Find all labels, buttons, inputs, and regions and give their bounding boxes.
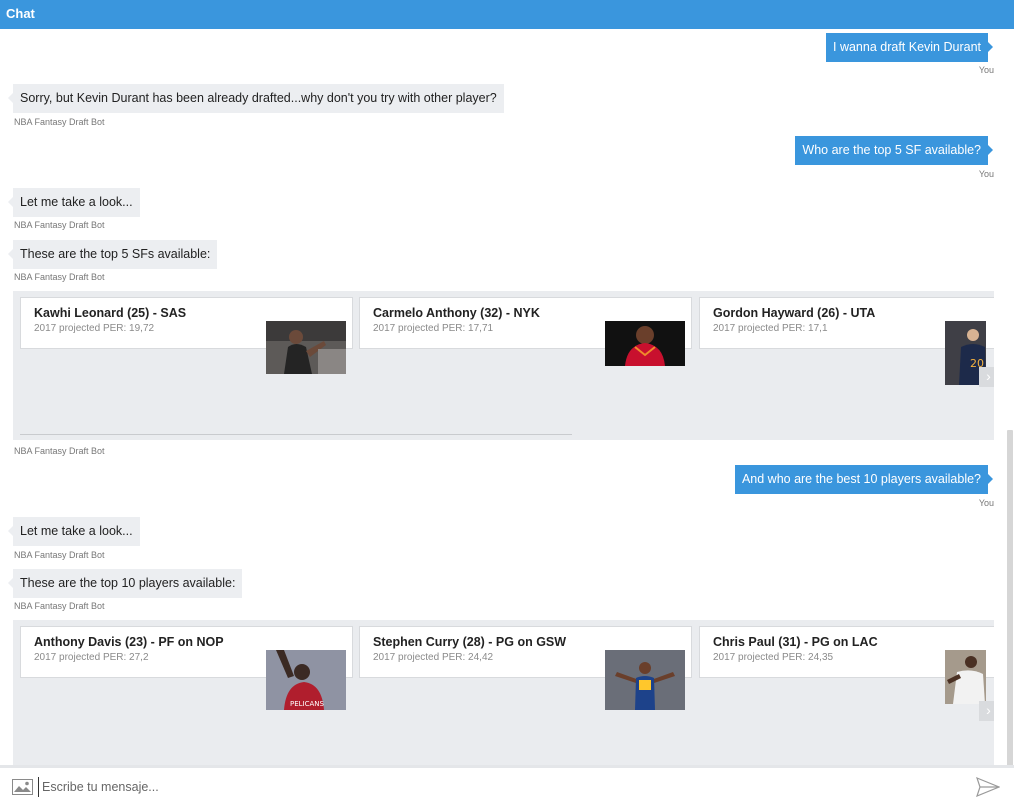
- carousel-scroll-track[interactable]: [20, 434, 572, 435]
- chat-window: Chat I wanna draft Kevin Durant You Sorr…: [0, 0, 1014, 805]
- bot-message: These are the top 5 SFs available:: [7, 240, 218, 269]
- carousel-next-button[interactable]: ›: [979, 701, 994, 721]
- player-photo: [605, 321, 685, 366]
- message-sender: You: [978, 169, 994, 179]
- svg-text:PELICANS: PELICANS: [290, 700, 325, 708]
- player-photo: PELICANS: [266, 650, 346, 710]
- bot-message: Sorry, but Kevin Durant has been already…: [8, 84, 504, 113]
- user-message: And who are the best 10 players availabl…: [734, 465, 994, 494]
- bot-message: Let me take a look...: [8, 517, 140, 546]
- player-carousel[interactable]: Kawhi Leonard (25) - SAS 2017 projected …: [13, 291, 994, 440]
- player-card-subtitle: 2017 projected PER: 17,1: [713, 323, 828, 334]
- send-icon[interactable]: [976, 776, 1001, 798]
- chevron-right-icon: ›: [986, 368, 991, 384]
- player-card-subtitle: 2017 projected PER: 19,72: [34, 323, 155, 334]
- message-input[interactable]: [38, 777, 938, 797]
- player-photo: [605, 650, 685, 710]
- user-message: Who are the top 5 SF available?: [795, 136, 993, 165]
- player-carousel[interactable]: Anthony Davis (23) - PF on NOP 2017 proj…: [13, 620, 994, 765]
- player-card-subtitle: 2017 projected PER: 24,35: [713, 652, 834, 663]
- player-card-title: Stephen Curry (28) - PG on GSW: [373, 635, 567, 649]
- player-card-subtitle: 2017 projected PER: 27,2: [34, 652, 149, 663]
- player-photo: [266, 321, 346, 374]
- player-card-subtitle: 2017 projected PER: 24,42: [373, 652, 494, 663]
- bot-message: These are the top 10 players available:: [7, 569, 243, 598]
- player-card-title: Chris Paul (31) - PG on LAC: [713, 635, 878, 649]
- message-composer: [0, 765, 1014, 805]
- history-scrollbar[interactable]: [1007, 430, 1013, 765]
- message-sender: NBA Fantasy Draft Bot: [14, 272, 105, 282]
- message-sender: NBA Fantasy Draft Bot: [14, 446, 105, 456]
- image-icon[interactable]: [12, 779, 33, 795]
- player-card-title: Carmelo Anthony (32) - NYK: [373, 306, 540, 320]
- player-card-title: Gordon Hayward (26) - UTA: [713, 306, 876, 320]
- player-card-subtitle: 2017 projected PER: 17,71: [373, 323, 494, 334]
- message-sender: NBA Fantasy Draft Bot: [14, 550, 105, 560]
- message-sender: You: [978, 498, 994, 508]
- player-card-title: Anthony Davis (23) - PF on NOP: [34, 635, 224, 649]
- chat-title: Chat: [6, 6, 35, 21]
- chat-title-bar: Chat: [0, 0, 1014, 29]
- message-sender: NBA Fantasy Draft Bot: [14, 220, 105, 230]
- carousel-next-button[interactable]: ›: [979, 367, 994, 387]
- message-sender: NBA Fantasy Draft Bot: [14, 601, 105, 611]
- player-photo: [945, 650, 986, 704]
- message-sender: NBA Fantasy Draft Bot: [14, 117, 105, 127]
- chevron-right-icon: ›: [986, 702, 991, 718]
- player-card-title: Kawhi Leonard (25) - SAS: [34, 306, 187, 320]
- user-message: I wanna draft Kevin Durant: [826, 33, 993, 62]
- message-sender: You: [978, 65, 994, 75]
- message-history[interactable]: I wanna draft Kevin Durant You Sorry, bu…: [0, 29, 1014, 765]
- bot-message: Let me take a look...: [8, 188, 140, 217]
